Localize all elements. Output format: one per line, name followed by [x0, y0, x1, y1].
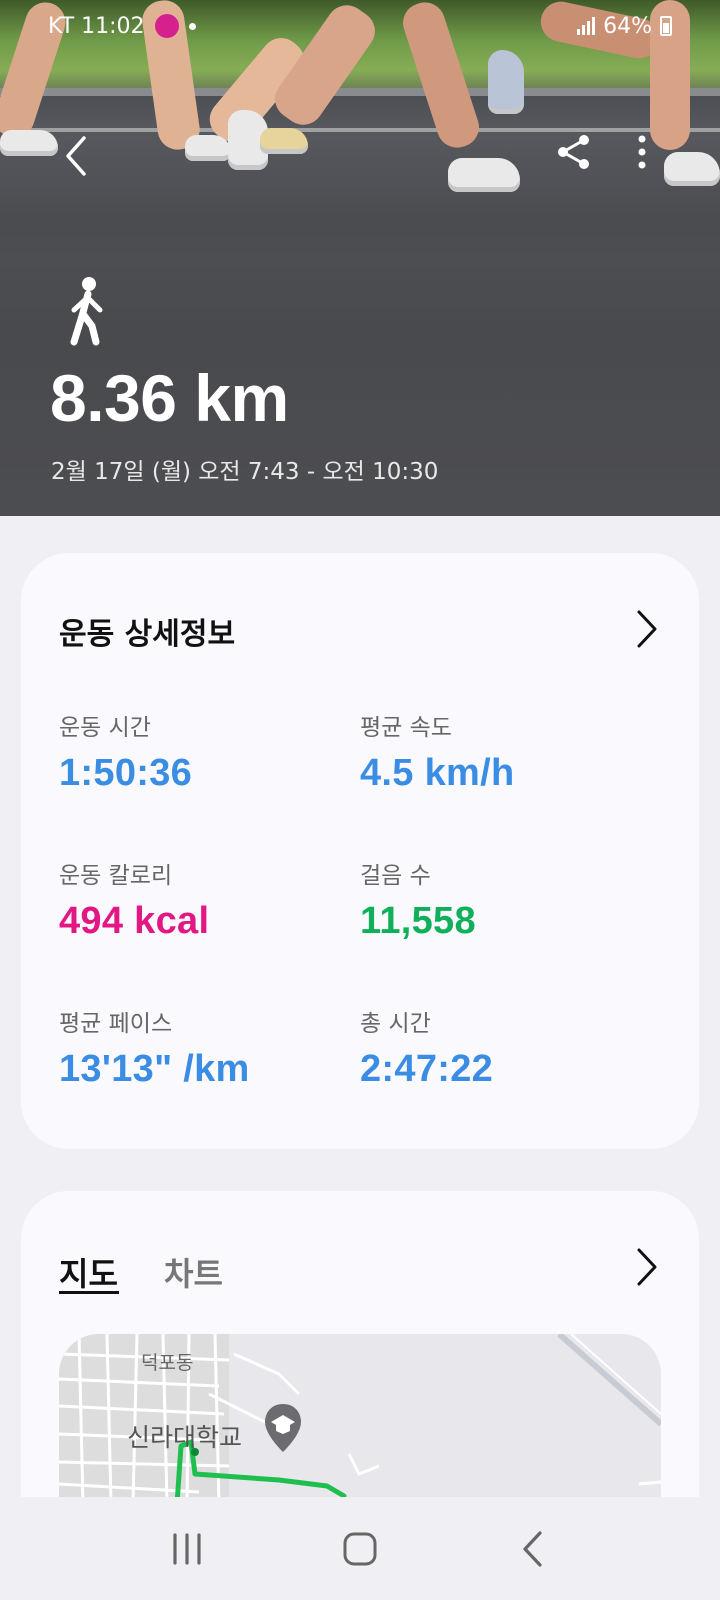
university-pin-icon: [265, 1404, 301, 1452]
recent-apps-icon: [173, 1532, 201, 1565]
metric-label: 운동 시간: [59, 715, 151, 741]
share-icon: [558, 135, 589, 169]
hero-photo-road-line: [0, 128, 720, 132]
metric-total-time: 총 시간 2:47:22: [360, 1004, 660, 1091]
metric-value: 11,558: [360, 900, 476, 942]
metric-label: 총 시간: [360, 1011, 431, 1037]
nav-back-button[interactable]: [503, 1519, 563, 1579]
share-button[interactable]: [546, 124, 602, 180]
workout-details-card[interactable]: 운동 상세정보 운동 시간 1:50:36 평균 속도 4.5 km/h 운동 …: [21, 553, 699, 1149]
notification-app-icon: [154, 14, 179, 38]
hero-photo-shoe: [185, 135, 231, 161]
home-icon: [343, 1532, 377, 1565]
hero-photo-shoe: [448, 158, 520, 192]
metric-steps: 걸음 수 11,558: [360, 856, 660, 943]
status-bar: KT 11:02 64%: [0, 0, 720, 52]
hero-photo-shoe: [260, 128, 308, 154]
hero-photo-curb: [0, 88, 720, 96]
metric-label: 평균 페이스: [59, 1011, 173, 1037]
metric-avg-speed: 평균 속도 4.5 km/h: [360, 708, 660, 795]
status-carrier-time: KT 11:02: [48, 13, 145, 39]
metric-avg-pace: 평균 페이스 13'13" /km: [59, 1004, 359, 1091]
metric-value: 4.5 km/h: [360, 752, 515, 794]
active-tab-indicator: [59, 1291, 119, 1294]
metric-calories: 운동 칼로리 494 kcal: [59, 856, 359, 943]
metric-value: 13'13" /km: [59, 1048, 250, 1090]
metric-label: 평균 속도: [360, 715, 452, 741]
tab-map[interactable]: 지도: [59, 1249, 118, 1295]
hero-photo-shoe: [664, 152, 720, 186]
hero-header: KT 11:02 64% 8.36 km 2월 17일 (월) 오전 7:43 …: [0, 0, 720, 516]
nav-home-button[interactable]: [330, 1519, 390, 1579]
metric-value: 1:50:36: [59, 752, 193, 794]
map-label-university: 신라대학교: [127, 1423, 243, 1452]
more-vertical-icon: [638, 135, 646, 169]
tab-chart[interactable]: 차트: [164, 1249, 223, 1295]
nav-recent-apps-button[interactable]: [157, 1519, 217, 1579]
back-arrow-icon: [523, 1530, 542, 1567]
notification-dot-icon: [188, 22, 196, 30]
metric-label: 운동 칼로리: [59, 863, 173, 889]
chevron-right-icon: [637, 1248, 657, 1286]
metric-workout-time: 운동 시간 1:50:36: [59, 708, 359, 795]
card-title: 운동 상세정보: [59, 617, 236, 652]
metric-label: 걸음 수: [360, 863, 431, 889]
back-button[interactable]: [48, 128, 104, 184]
map-label-district: 덕포동: [141, 1352, 194, 1374]
chevron-left-icon: [66, 136, 86, 176]
distance-value: 8.36 km: [50, 361, 289, 435]
details-open-button[interactable]: [625, 601, 669, 657]
metric-value: 2:47:22: [360, 1048, 494, 1090]
more-options-button[interactable]: [614, 124, 670, 180]
signal-icon: [577, 17, 596, 35]
system-navigation-bar: [0, 1497, 720, 1600]
hero-photo-shoe: [488, 50, 524, 114]
map-open-button[interactable]: [625, 1239, 669, 1295]
walking-person-icon: [70, 277, 103, 346]
chevron-right-icon: [637, 610, 657, 648]
workout-date-range: 2월 17일 (월) 오전 7:43 - 오전 10:30: [51, 459, 439, 485]
status-battery-text: 64%: [603, 13, 652, 39]
metric-value: 494 kcal: [59, 900, 210, 942]
battery-icon: [660, 16, 672, 36]
